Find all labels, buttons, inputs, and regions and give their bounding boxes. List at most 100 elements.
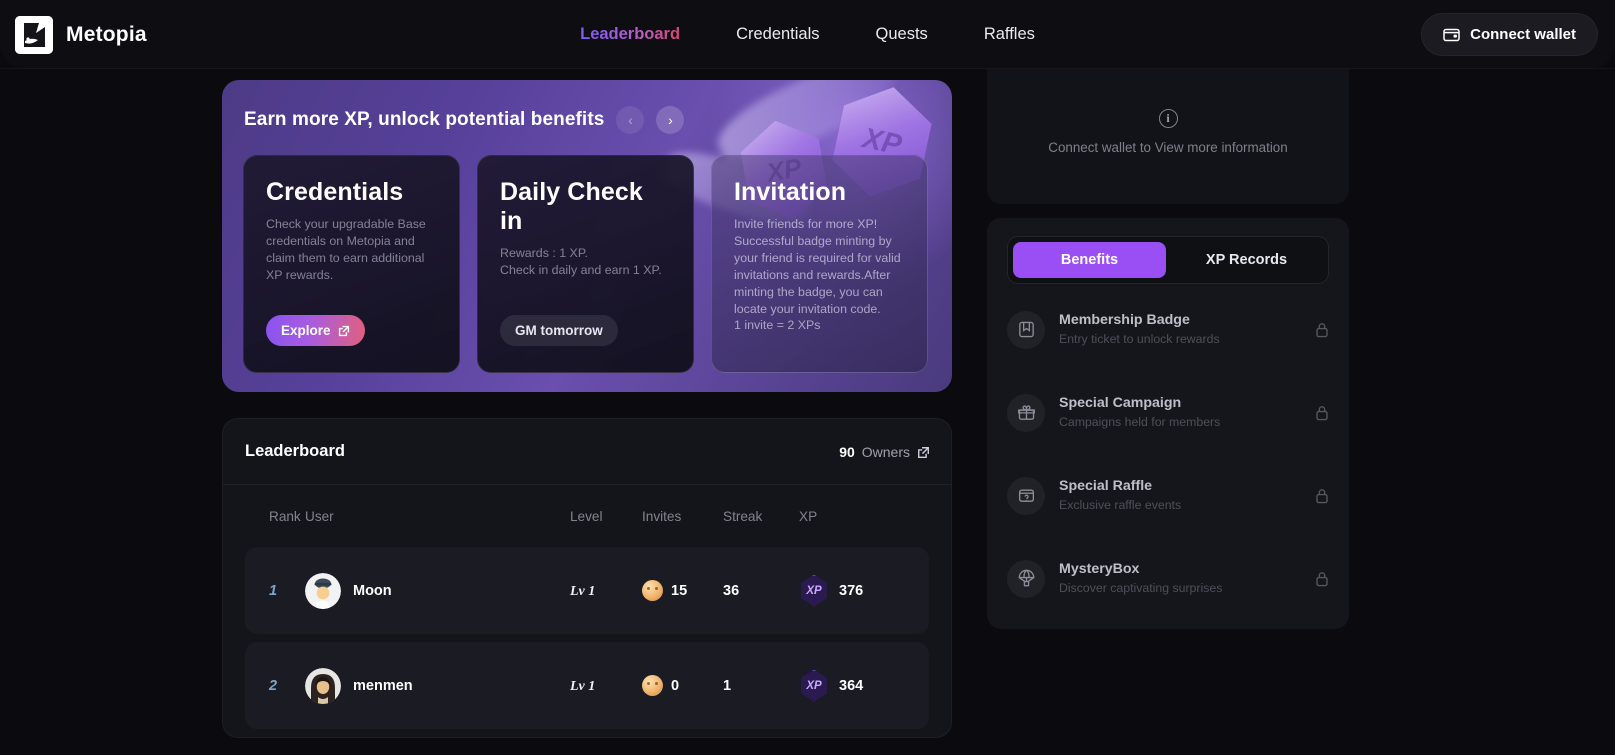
connect-wallet-label: Connect wallet bbox=[1470, 26, 1576, 43]
column-header-xp: XP bbox=[799, 508, 818, 524]
banner-header: Earn more XP, unlock potential benefits … bbox=[244, 106, 685, 134]
banner-cards-carousel: Credentials Check your upgradable Base c… bbox=[243, 155, 928, 373]
benefits-panel: Benefits XP Records Membership Badge Ent… bbox=[987, 218, 1349, 629]
user-name: Moon bbox=[353, 582, 392, 599]
user-name: menmen bbox=[353, 677, 413, 694]
owners-external-link-icon bbox=[917, 446, 929, 458]
card-credentials-title: Credentials bbox=[266, 178, 404, 206]
banner-title: Earn more XP, unlock potential benefits bbox=[244, 109, 605, 130]
carousel-prev-button[interactable]: ‹ bbox=[616, 106, 645, 134]
leaderboard-title: Leaderboard bbox=[245, 442, 345, 460]
avatar bbox=[305, 667, 341, 704]
invites-value: 15 bbox=[671, 582, 688, 599]
lock-icon bbox=[1315, 488, 1329, 504]
row-streak: 1 bbox=[723, 677, 799, 695]
explore-button-label: Explore bbox=[281, 323, 331, 338]
coin-icon bbox=[642, 580, 663, 601]
row-level: Lv 1 bbox=[570, 677, 642, 695]
main-nav: Leaderboard Credentials Quests Raffles bbox=[580, 25, 1035, 44]
row-rank: 1 bbox=[245, 582, 305, 600]
column-header-streak: Streak bbox=[723, 508, 763, 524]
coin-icon bbox=[642, 675, 663, 696]
lock-icon bbox=[1315, 571, 1329, 587]
lock-icon bbox=[1315, 322, 1329, 338]
bookmark-icon bbox=[1007, 310, 1045, 349]
rank-value: 1 bbox=[269, 582, 278, 599]
benefit-item-mysterybox[interactable]: MysteryBox Discover captivating surprise… bbox=[1007, 550, 1329, 607]
gm-tomorrow-label: GM tomorrow bbox=[515, 323, 603, 338]
card-daily-check-in-body: Rewards : 1 XP. Check in daily and earn … bbox=[500, 246, 662, 277]
benefit-subtitle: Discover captivating surprises bbox=[1059, 581, 1223, 595]
card-invitation-body: Invite friends for more XP! Successful b… bbox=[734, 217, 901, 333]
avatar bbox=[305, 572, 341, 609]
streak-value: 36 bbox=[723, 582, 740, 599]
xp-badge-icon: XP bbox=[801, 669, 827, 702]
right-side-panel: i Connect wallet to View more informatio… bbox=[987, 60, 1349, 629]
benefit-item-special-campaign[interactable]: Special Campaign Campaigns held for memb… bbox=[1007, 384, 1329, 441]
row-rank: 2 bbox=[245, 677, 305, 695]
xp-badge-icon: XP bbox=[801, 574, 827, 607]
table-row[interactable]: 1 Moon Lv 1 15 36 XP 376 bbox=[245, 547, 929, 634]
lock-icon bbox=[1315, 405, 1329, 421]
nav-item-raffles[interactable]: Raffles bbox=[984, 25, 1035, 44]
row-user[interactable]: Moon bbox=[305, 572, 570, 609]
wallet-notice-panel: i Connect wallet to View more informatio… bbox=[987, 60, 1349, 204]
benefit-subtitle: Campaigns held for members bbox=[1059, 415, 1221, 429]
benefit-subtitle: Entry ticket to unlock rewards bbox=[1059, 332, 1220, 346]
row-xp: XP 364 bbox=[799, 669, 889, 702]
owners-link[interactable]: 90 Owners bbox=[839, 444, 929, 460]
leaderboard-header: Leaderboard 90 Owners bbox=[223, 419, 951, 485]
tab-benefits[interactable]: Benefits bbox=[1013, 242, 1166, 278]
owners-count: 90 bbox=[839, 443, 855, 460]
gift-icon bbox=[1007, 393, 1045, 432]
card-daily-check-in[interactable]: Daily Check in Rewards : 1 XP. Check in … bbox=[477, 155, 694, 373]
benefit-text: Membership Badge Entry ticket to unlock … bbox=[1059, 311, 1301, 348]
level-value: Lv 1 bbox=[570, 678, 596, 694]
benefit-text: MysteryBox Discover captivating surprise… bbox=[1059, 560, 1301, 597]
raffle-ticket-icon bbox=[1007, 476, 1045, 515]
brand-logo[interactable]: Metopia bbox=[15, 15, 147, 54]
invites-value: 0 bbox=[671, 677, 680, 694]
column-header-level: Level bbox=[570, 508, 603, 524]
nav-item-credentials[interactable]: Credentials bbox=[736, 25, 819, 44]
owners-label: Owners bbox=[861, 443, 910, 460]
rank-value: 2 bbox=[269, 677, 278, 694]
leaderboard-table: Rank User Level Invites Streak XP 1 Moon… bbox=[223, 485, 951, 729]
column-header-rank: Rank bbox=[269, 508, 301, 524]
row-level: Lv 1 bbox=[570, 582, 642, 600]
level-value: Lv 1 bbox=[570, 583, 596, 599]
row-invites: 15 bbox=[642, 580, 723, 601]
top-navigation-bar: Metopia Leaderboard Credentials Quests R… bbox=[0, 0, 1615, 69]
explore-button[interactable]: Explore bbox=[266, 315, 365, 346]
connect-wallet-button[interactable]: Connect wallet bbox=[1421, 13, 1598, 56]
wallet-notice-text: Connect wallet to View more information bbox=[1048, 140, 1288, 155]
benefit-title: Special Campaign bbox=[1059, 395, 1182, 411]
benefit-item-membership-badge[interactable]: Membership Badge Entry ticket to unlock … bbox=[1007, 301, 1329, 358]
card-daily-check-in-title: Daily Check in bbox=[500, 178, 643, 235]
table-header-row: Rank User Level Invites Streak XP bbox=[245, 485, 929, 547]
xp-value: 376 bbox=[839, 582, 864, 599]
card-credentials[interactable]: Credentials Check your upgradable Base c… bbox=[243, 155, 460, 373]
nav-item-quests[interactable]: Quests bbox=[876, 25, 928, 44]
card-invitation-title: Invitation bbox=[734, 178, 847, 206]
carousel-next-button[interactable]: › bbox=[656, 106, 685, 134]
tab-xp-records[interactable]: XP Records bbox=[1170, 242, 1323, 278]
nav-item-leaderboard[interactable]: Leaderboard bbox=[580, 25, 680, 44]
metopia-logo-icon bbox=[15, 15, 53, 54]
main-content-column: XP XP Earn more XP, unlock potential ben… bbox=[222, 80, 952, 738]
column-header-invites: Invites bbox=[642, 508, 682, 524]
row-xp: XP 376 bbox=[799, 574, 889, 607]
table-row[interactable]: 2 menmen Lv 1 0 1 XP 364 bbox=[245, 642, 929, 729]
benefit-title: MysteryBox bbox=[1059, 561, 1140, 577]
card-invitation[interactable]: Invitation Invite friends for more XP! S… bbox=[711, 155, 928, 373]
benefit-item-special-raffle[interactable]: Special Raffle Exclusive raffle events bbox=[1007, 467, 1329, 524]
gm-tomorrow-button[interactable]: GM tomorrow bbox=[500, 315, 618, 346]
brand-name: Metopia bbox=[66, 22, 147, 46]
panel-tabs: Benefits XP Records bbox=[1007, 236, 1329, 284]
xp-promo-banner: XP XP Earn more XP, unlock potential ben… bbox=[222, 80, 952, 392]
info-icon: i bbox=[1158, 109, 1178, 128]
benefit-text: Special Raffle Exclusive raffle events bbox=[1059, 477, 1301, 514]
benefit-title: Membership Badge bbox=[1059, 312, 1190, 328]
row-streak: 36 bbox=[723, 582, 799, 600]
row-user[interactable]: menmen bbox=[305, 667, 570, 704]
